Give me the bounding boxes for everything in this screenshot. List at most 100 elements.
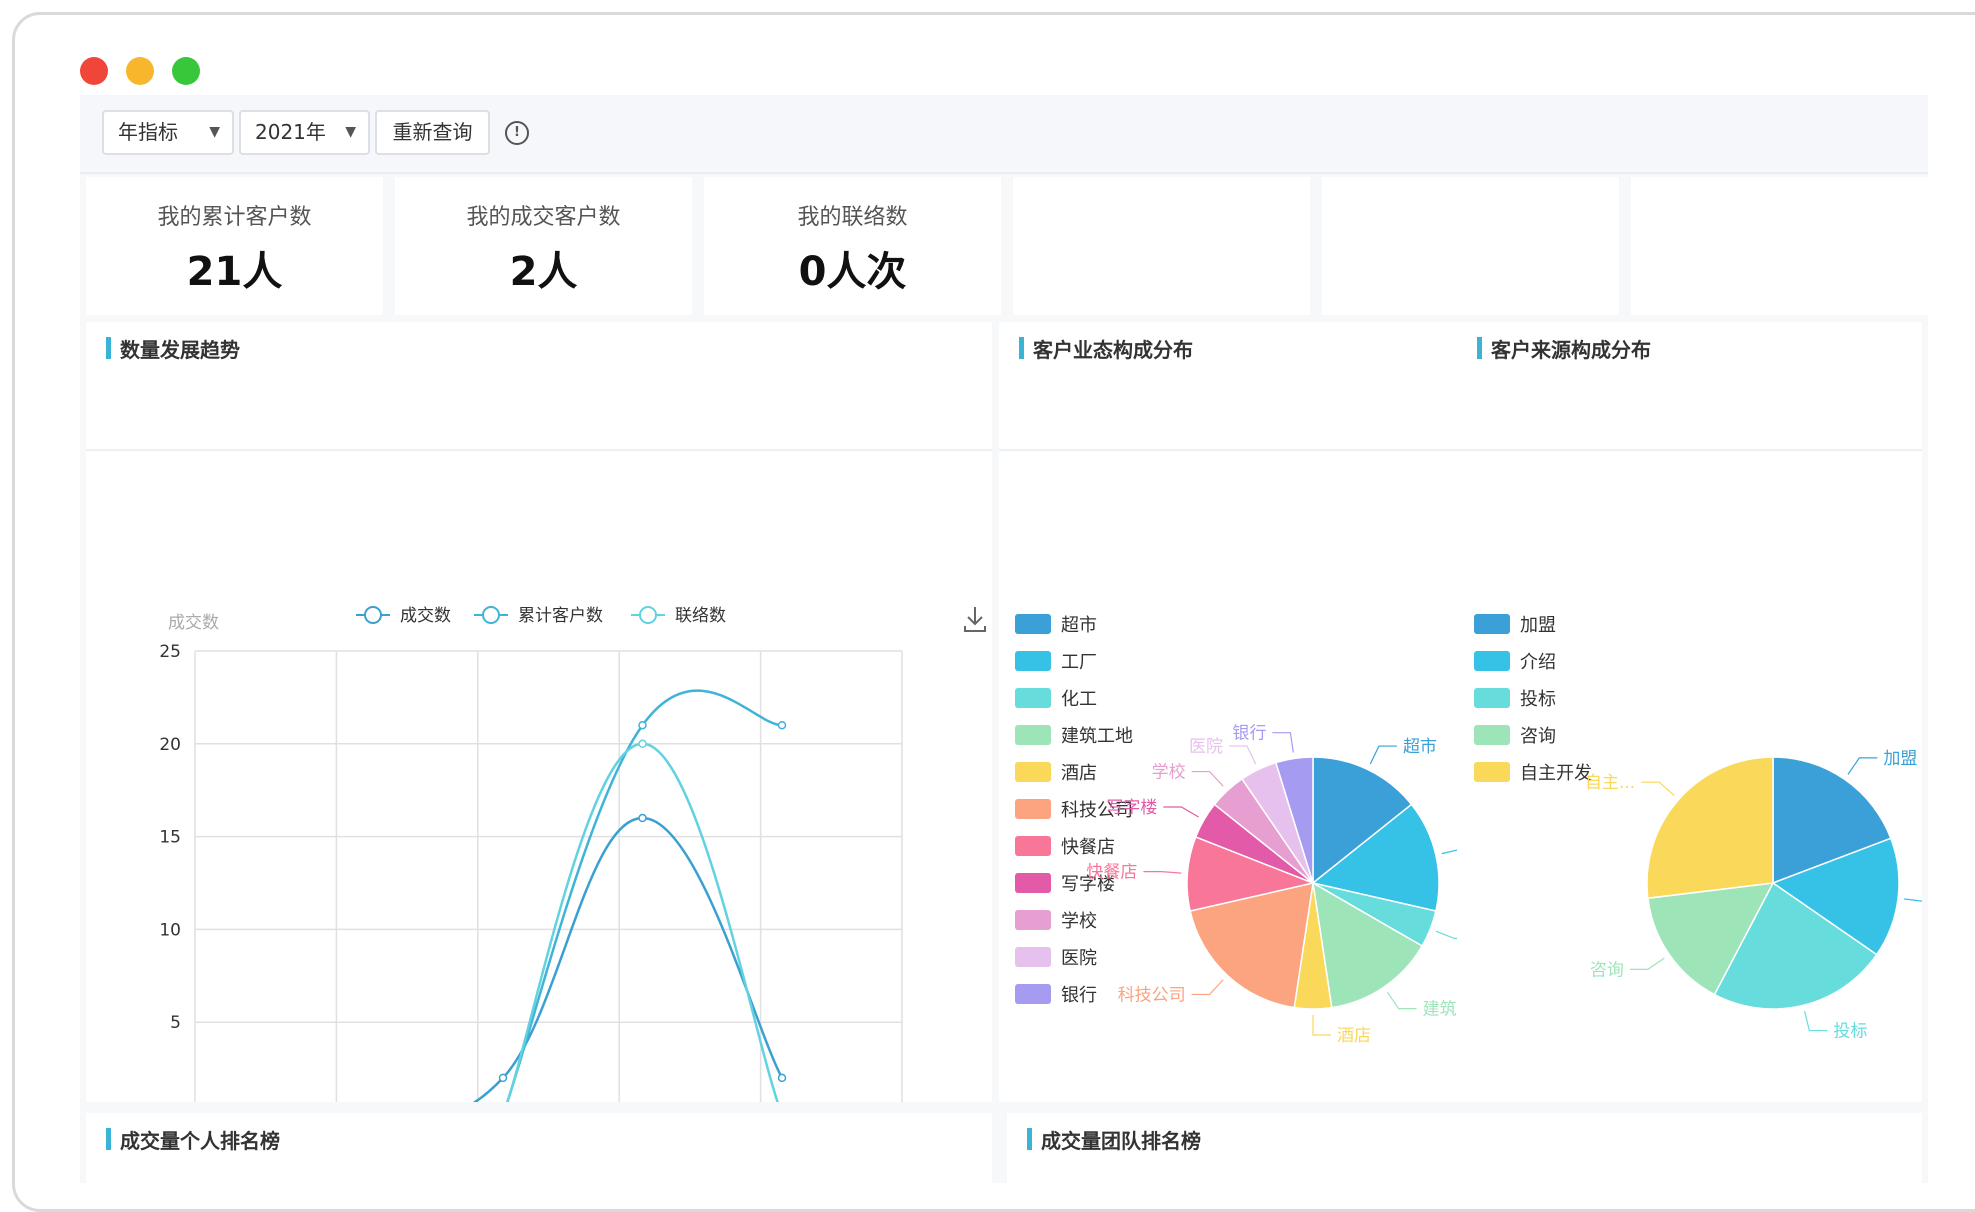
stat-title: 我的成交客户数 — [466, 205, 621, 230]
data-point — [638, 813, 647, 823]
legend-swatch — [1474, 651, 1510, 671]
year-select-label: 2021年 — [255, 120, 326, 144]
legend-label: 酒店 — [1061, 763, 1097, 784]
legend-swatch — [1015, 651, 1051, 671]
legend-swatch — [1474, 688, 1510, 708]
legend-label: 工厂 — [1061, 652, 1097, 673]
y-tick-label: 20 — [159, 735, 181, 755]
label-line — [1143, 871, 1182, 874]
stat-card-empty — [1631, 177, 1928, 315]
legend-swatch — [1474, 762, 1510, 782]
legend-label: 医院 — [1061, 948, 1097, 969]
trend-panel: 数量发展趋势 051015202517年18年19年20年21年成交数时间成交数… — [86, 322, 992, 1102]
y-tick-label: 15 — [159, 828, 181, 848]
legend-label: 成交数 — [400, 606, 451, 626]
slice-label: 科技公司 — [1118, 985, 1186, 1005]
y-tick-label: 25 — [159, 642, 181, 662]
legend-label: 化工 — [1061, 689, 1097, 710]
period-select-label: 年指标 — [118, 120, 178, 144]
slice-label: 医院 — [1189, 737, 1223, 757]
industry-panel: 客户业态构成分布 超市工厂化工建筑工地酒店科技公司快餐店写字楼学校医院银行超市工… — [999, 322, 1457, 1102]
label-line — [1191, 979, 1224, 996]
slice-label: 投标 — [1833, 1022, 1867, 1042]
trend-line-chart: 051015202517年18年19年20年21年成交数时间成交数累计客户数联络… — [159, 606, 903, 1102]
slice-label: 写字楼 — [1106, 798, 1157, 818]
legend-label: 快餐店 — [1061, 837, 1115, 858]
team-rank-panel: 成交量团队排名榜 — [1007, 1113, 1922, 1193]
label-line — [1386, 991, 1417, 1010]
legend-label: 加盟 — [1520, 615, 1556, 636]
legend-label: 咨询 — [1520, 726, 1556, 747]
stat-value: 21人 — [186, 249, 283, 295]
info-circle-icon[interactable]: ! — [505, 121, 529, 145]
legend-marker — [482, 606, 500, 624]
label-line — [1369, 745, 1397, 765]
legend-swatch — [1015, 725, 1051, 745]
slice-label: 学校 — [1152, 763, 1186, 783]
filter-toolbar: 年指标 ▼ 2021年 ▼ 重新查询 ! — [80, 95, 1928, 174]
data-point — [638, 739, 647, 749]
label-line — [1641, 781, 1675, 796]
stat-card-contacts: 我的联络数 0人次 — [704, 177, 1001, 315]
series-line — [506, 689, 783, 1102]
y-tick-label: 5 — [170, 1013, 181, 1033]
label-line — [1804, 1011, 1828, 1032]
data-point — [777, 1073, 787, 1083]
data-point — [777, 720, 787, 730]
slice-label: 加盟 — [1883, 749, 1917, 769]
legend-marker — [639, 606, 657, 624]
legend-swatch — [1015, 910, 1051, 930]
stat-card-deal-customers: 我的成交客户数 2人 — [395, 177, 692, 315]
legend-label: 学校 — [1061, 911, 1097, 932]
legend-label: 介绍 — [1520, 652, 1556, 673]
legend-label: 投标 — [1520, 689, 1556, 710]
legend-swatch — [1015, 799, 1051, 819]
requery-button[interactable]: 重新查询 — [375, 110, 490, 155]
series-line — [472, 816, 784, 1102]
y-axis-label: 成交数 — [168, 613, 219, 633]
legend-swatch — [1015, 836, 1051, 856]
source-panel: 客户来源构成分布 加盟介绍投标咨询自主开发加盟介绍投标咨询自主... — [1457, 322, 1922, 1102]
panel-title: 成交量团队排名榜 — [1027, 1125, 1201, 1154]
label-line — [1163, 806, 1199, 818]
stat-value: 0人次 — [798, 249, 907, 295]
label-line — [1312, 1015, 1331, 1036]
year-select[interactable]: 2021年 ▼ — [239, 110, 370, 155]
stat-title: 我的累计客户数 — [157, 205, 312, 230]
legend-label: 银行 — [1061, 985, 1097, 1006]
legend-label: 自主开发 — [1520, 763, 1592, 784]
legend-marker — [364, 606, 382, 624]
source-pie-chart: 加盟介绍投标咨询自主开发加盟介绍投标咨询自主... — [1474, 614, 1922, 1042]
minimize-window-dot[interactable] — [126, 57, 154, 85]
label-line — [1903, 898, 1922, 902]
industry-pie-chart: 超市工厂化工建筑工地酒店科技公司快餐店写字楼学校医院银行超市工厂化工建筑工地酒店… — [1015, 614, 1457, 1046]
slice-label: 酒店 — [1337, 1026, 1371, 1046]
legend-label: 超市 — [1061, 615, 1097, 636]
label-line — [1272, 732, 1294, 753]
y-tick-label: 10 — [159, 920, 181, 940]
legend-label: 累计客户数 — [518, 606, 603, 626]
label-line — [1847, 757, 1878, 775]
slice-label: 超市 — [1403, 737, 1437, 757]
legend-swatch — [1474, 614, 1510, 634]
legend-swatch — [1015, 873, 1051, 893]
label-line — [1629, 957, 1665, 970]
stat-value: 2人 — [509, 249, 578, 295]
series-line — [506, 742, 779, 1102]
download-icon[interactable] — [962, 604, 988, 634]
slice-label: 咨询 — [1590, 960, 1624, 980]
label-line — [1441, 849, 1457, 855]
data-point — [638, 720, 647, 730]
legend-swatch — [1474, 725, 1510, 745]
label-line — [1229, 745, 1257, 765]
maximize-window-dot[interactable] — [172, 57, 200, 85]
period-select[interactable]: 年指标 ▼ — [102, 110, 234, 155]
data-point — [498, 1073, 508, 1083]
slice-label: 建筑工地 — [1423, 1000, 1457, 1020]
close-window-dot[interactable] — [80, 57, 108, 85]
legend-swatch — [1015, 688, 1051, 708]
stat-title: 我的联络数 — [797, 205, 908, 230]
pie-slice — [1646, 756, 1774, 900]
slice-label: 自主... — [1585, 773, 1635, 793]
chevron-down-icon: ▼ — [345, 124, 356, 140]
